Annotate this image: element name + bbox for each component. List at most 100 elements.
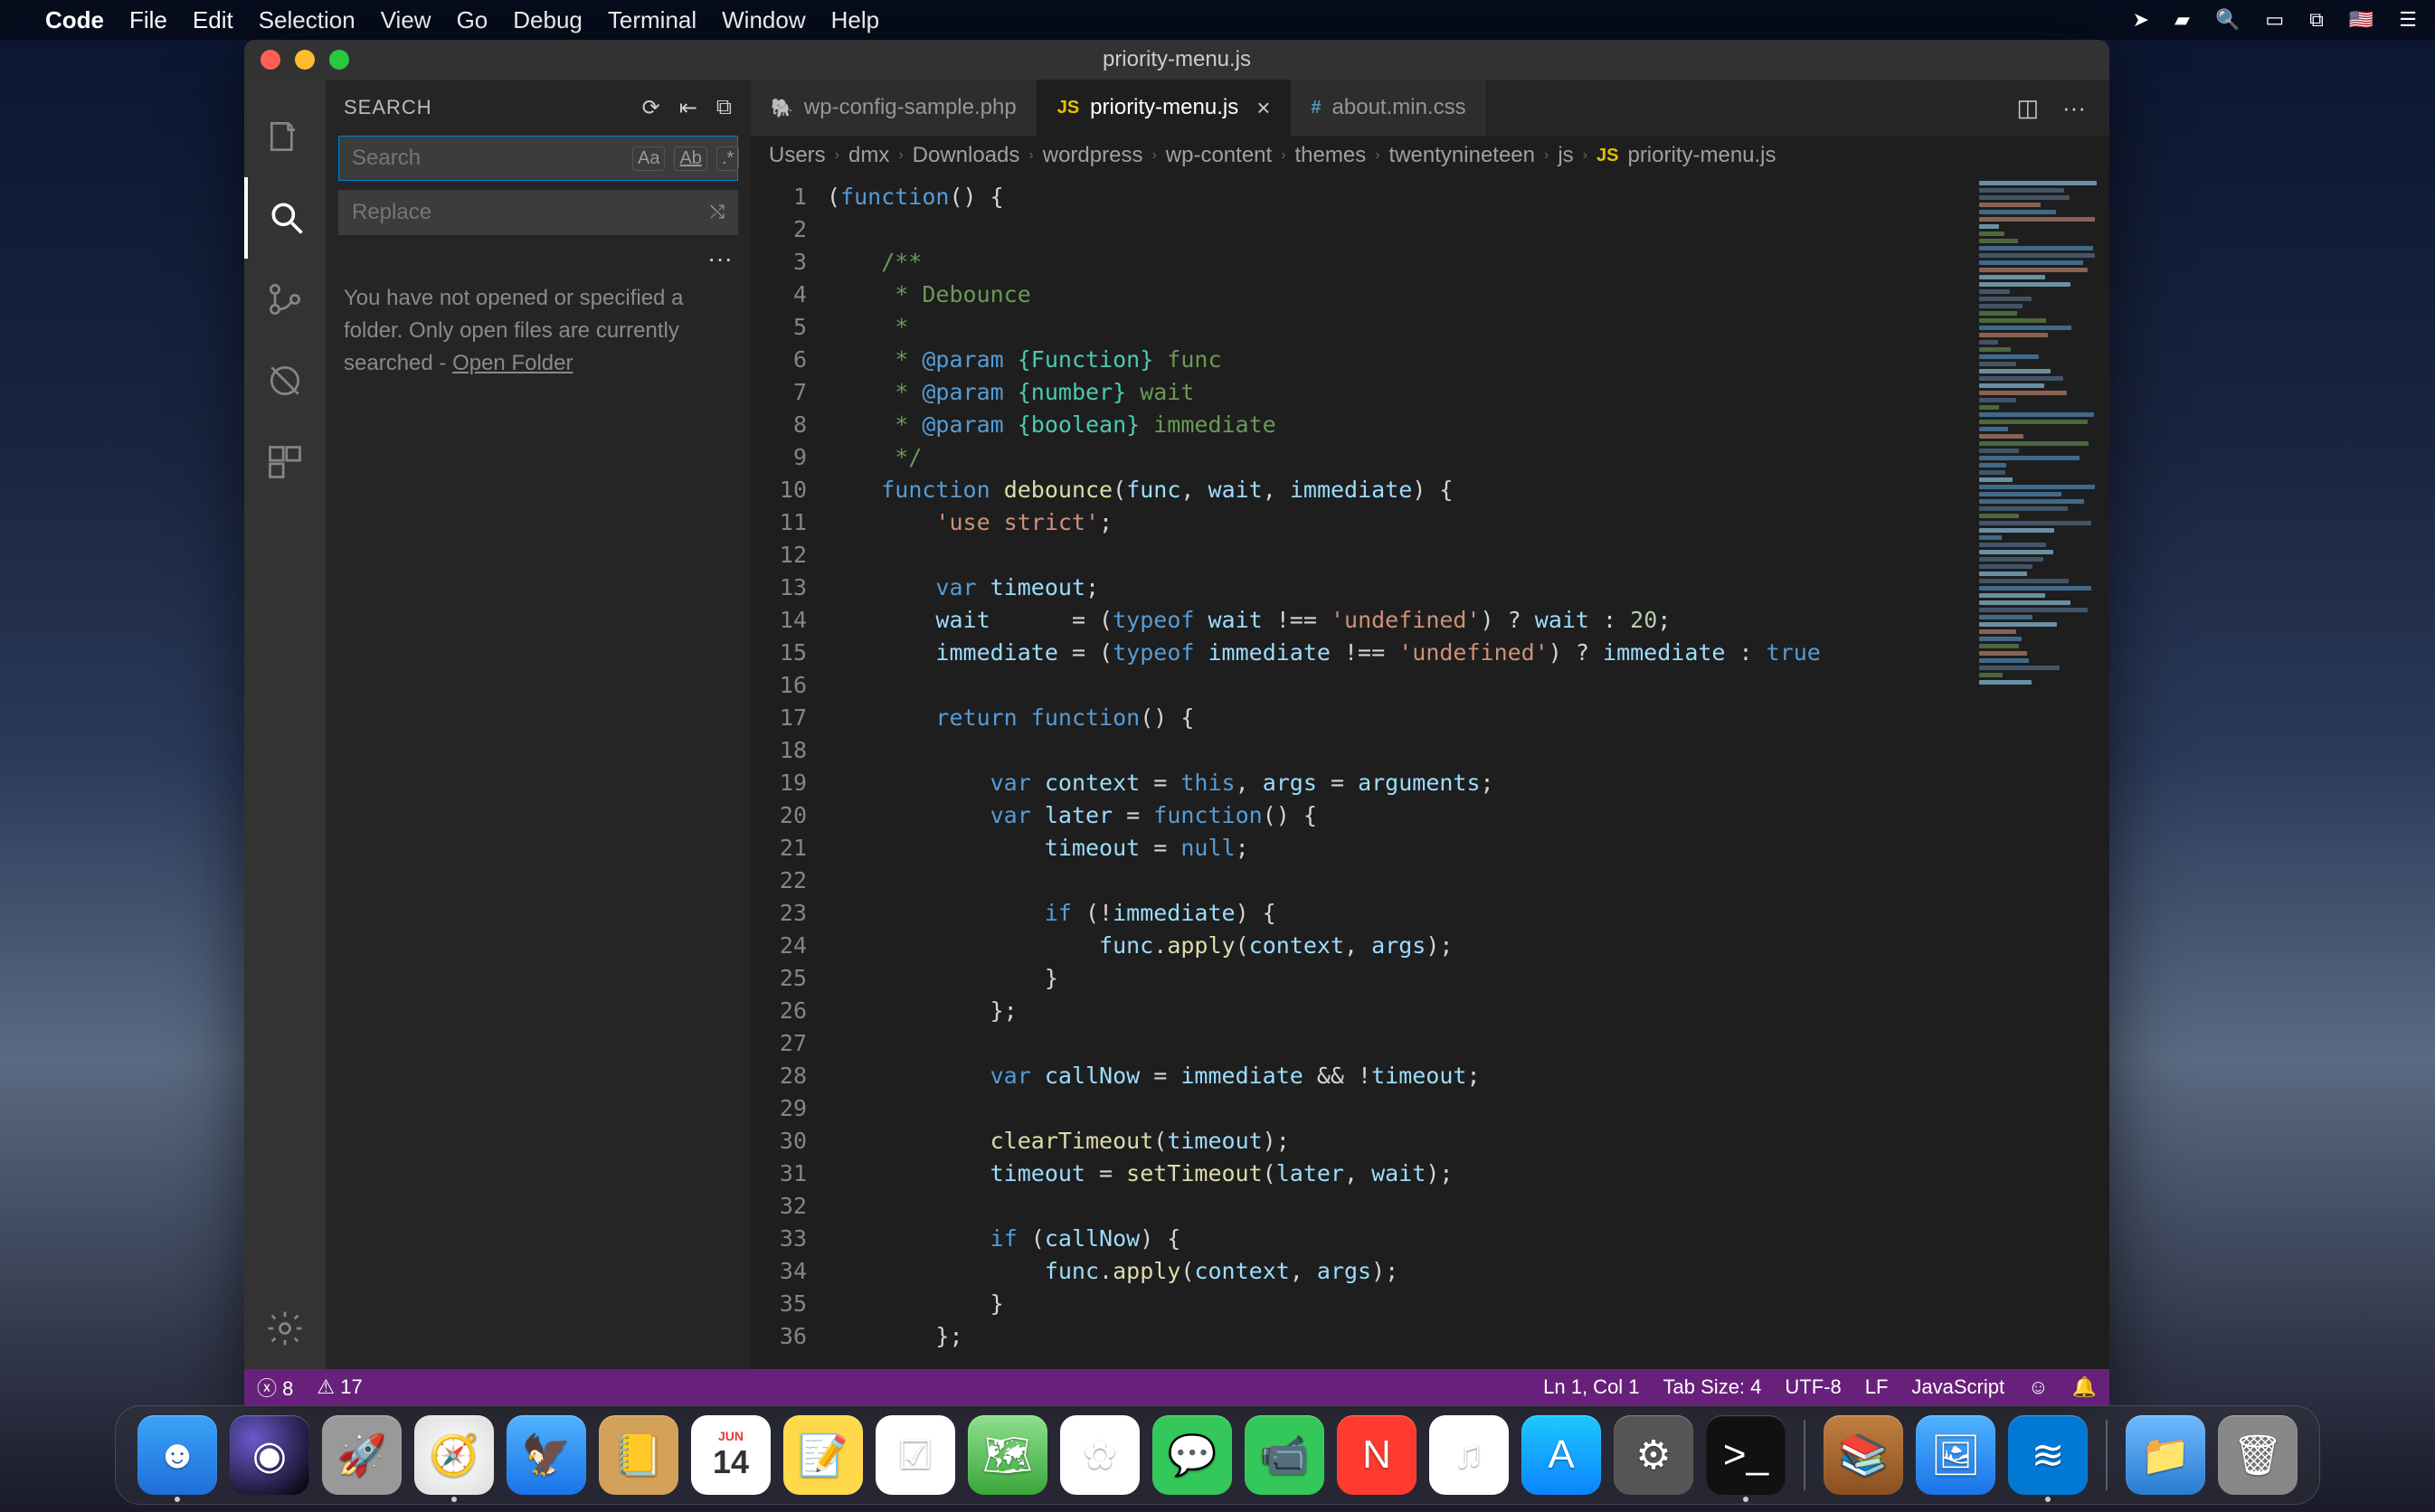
tab-priority-menu-js[interactable]: JSpriority-menu.js× (1037, 80, 1292, 136)
problems-warnings[interactable]: ⚠ 17 (317, 1375, 362, 1399)
dock-facetime-icon[interactable]: 📹 (1245, 1415, 1324, 1495)
dock-contacts-icon[interactable]: 📒 (599, 1415, 678, 1495)
menu-selection[interactable]: Selection (259, 6, 355, 33)
dock-calendar-icon[interactable]: JUN14 (691, 1415, 771, 1495)
refresh-icon[interactable]: ⟳ (642, 95, 661, 121)
more-actions-icon[interactable]: ··· (2062, 94, 2086, 122)
indent-setting[interactable]: Tab Size: 4 (1663, 1375, 1762, 1399)
no-folder-message: You have not opened or specified a folde… (326, 273, 751, 389)
encoding-setting[interactable]: UTF-8 (1785, 1375, 1841, 1399)
problems-errors[interactable]: ⓧ 8 (257, 1373, 293, 1402)
open-folder-link[interactable]: Open Folder (452, 351, 573, 375)
language-mode[interactable]: JavaScript (1911, 1375, 2004, 1399)
tab-about-min-css[interactable]: # about.min.css (1291, 80, 1486, 136)
feedback-icon[interactable]: ☺ (2028, 1375, 2048, 1399)
menu-go[interactable]: Go (457, 6, 488, 33)
tab-wp-config-sample-php[interactable]: 🐘wp-config-sample.php (751, 80, 1037, 136)
debug-icon[interactable] (244, 340, 326, 421)
app-name[interactable]: Code (45, 6, 104, 34)
menu-window[interactable]: Window (722, 6, 805, 33)
titlebar: priority-menu.js (244, 40, 2109, 80)
dock-books-icon[interactable]: 📚 (1824, 1415, 1903, 1495)
spotlight-icon[interactable]: 🔍 (2215, 8, 2240, 32)
control-center-icon[interactable]: ☰ (2399, 8, 2417, 32)
notifications-bell-icon[interactable]: 🔔 (2072, 1375, 2097, 1399)
battery-icon[interactable]: ▭ (2265, 8, 2284, 32)
match-word-icon[interactable]: Ab (674, 146, 706, 171)
dock-trash-icon[interactable]: 🗑 (2218, 1415, 2298, 1495)
menu-file[interactable]: File (129, 6, 167, 33)
tab-close-icon[interactable]: × (1256, 94, 1270, 122)
menu-debug[interactable]: Debug (513, 6, 583, 33)
dock-news-icon[interactable]: N (1337, 1415, 1416, 1495)
dock-messages-icon[interactable]: 💬 (1152, 1415, 1232, 1495)
breadcrumb-item[interactable]: wordpress (1043, 143, 1143, 168)
search-field[interactable] (352, 146, 632, 171)
dock-itunes-icon[interactable]: ♫ (1429, 1415, 1509, 1495)
breadcrumb-item[interactable]: themes (1295, 143, 1367, 168)
dock-safari-icon[interactable]: 🧭 (414, 1415, 494, 1495)
menu-terminal[interactable]: Terminal (608, 6, 696, 33)
source-control-icon[interactable] (244, 259, 326, 340)
dock-vscode-icon[interactable]: ≋ (2008, 1415, 2088, 1495)
menu-edit[interactable]: Edit (193, 6, 233, 33)
search-icon[interactable] (244, 177, 326, 259)
css-file-icon: # (1311, 98, 1321, 118)
dock-reminders-icon[interactable]: ☑ (876, 1415, 955, 1495)
eol-setting[interactable]: LF (1865, 1375, 1889, 1399)
sidebar-title: SEARCH (344, 96, 432, 119)
statusbar: ⓧ 8 ⚠ 17 Ln 1, Col 1 Tab Size: 4 UTF-8 L… (244, 1369, 2109, 1405)
replace-all-icon[interactable]: ⤭ (710, 203, 725, 223)
breadcrumb-item[interactable]: Downloads (913, 143, 1020, 168)
display-icon[interactable]: ⧉ (2309, 8, 2324, 32)
breadcrumb-item[interactable]: priority-menu.js (1627, 143, 1776, 168)
replace-field[interactable] (352, 200, 710, 225)
menu-view[interactable]: View (381, 6, 431, 33)
dock-notes-icon[interactable]: 📝 (783, 1415, 863, 1495)
macos-menubar: Code File Edit Selection View Go Debug Termina… (0, 0, 2435, 40)
split-editor-icon[interactable]: ◫ (2016, 94, 2039, 122)
tab-label: about.min.css (1332, 95, 1466, 120)
dock-finder-icon[interactable]: ☻ (137, 1415, 217, 1495)
breadcrumb-item[interactable]: js (1558, 143, 1573, 168)
breadcrumb-item[interactable]: twentynineteen (1389, 143, 1535, 168)
regex-icon[interactable]: .* (716, 146, 739, 171)
code-editor[interactable]: (function() { /** * Debounce * * @param … (827, 175, 1974, 1369)
dock-maps-icon[interactable]: 🗺 (968, 1415, 1047, 1495)
breadcrumb-item[interactable]: wp-content (1166, 143, 1272, 168)
dock-photos-icon[interactable]: ✿ (1060, 1415, 1140, 1495)
clear-search-icon[interactable]: ⇤ (679, 95, 698, 121)
dock-appstore-icon[interactable]: A (1521, 1415, 1601, 1495)
dock-launchpad-icon[interactable]: 🚀 (322, 1415, 402, 1495)
window-title: priority-menu.js (244, 47, 2109, 72)
vscode-window: priority-menu.js (244, 40, 2109, 1405)
js-file-icon: JS (1057, 98, 1079, 118)
editor-area: 🐘wp-config-sample.phpJSpriority-menu.js×… (751, 80, 2109, 1369)
replace-input[interactable]: ⤭ (338, 190, 738, 235)
tab-bar: 🐘wp-config-sample.phpJSpriority-menu.js×… (751, 80, 2109, 136)
toggle-search-details-icon[interactable]: ··· (326, 244, 751, 273)
dock-terminal-icon[interactable]: >_ (1706, 1415, 1786, 1495)
cursor-icon[interactable]: ➤ (2133, 8, 2149, 32)
notification-icon[interactable]: ▰ (2174, 8, 2190, 32)
dock-mail-icon[interactable]: 🦅 (507, 1415, 586, 1495)
extensions-icon[interactable] (244, 421, 326, 503)
menu-help[interactable]: Help (831, 6, 879, 33)
input-source-icon[interactable]: 🇺🇸 (2349, 8, 2373, 32)
minimap[interactable] (1974, 175, 2109, 1369)
cursor-position[interactable]: Ln 1, Col 1 (1543, 1375, 1639, 1399)
collapse-icon[interactable]: ⧉ (716, 95, 733, 121)
breadcrumbs[interactable]: Users›dmx›Downloads›wordpress›wp-content… (751, 136, 2109, 175)
dock-preview-icon[interactable]: 🖼 (1916, 1415, 1995, 1495)
match-case-icon[interactable]: Aa (632, 146, 665, 171)
dock-folder-icon[interactable]: 📁 (2126, 1415, 2205, 1495)
tab-label: wp-config-sample.php (804, 95, 1017, 120)
search-sidebar: SEARCH ⟳ ⇤ ⧉ Aa Ab .* ⤭ (326, 80, 751, 1369)
breadcrumb-item[interactable]: Users (769, 143, 826, 168)
search-input[interactable]: Aa Ab .* (338, 136, 738, 181)
explorer-icon[interactable] (244, 96, 326, 177)
settings-gear-icon[interactable] (244, 1288, 326, 1369)
dock-settings-icon[interactable]: ⚙ (1614, 1415, 1693, 1495)
breadcrumb-item[interactable]: dmx (848, 143, 889, 168)
dock-siri-icon[interactable]: ◉ (230, 1415, 309, 1495)
